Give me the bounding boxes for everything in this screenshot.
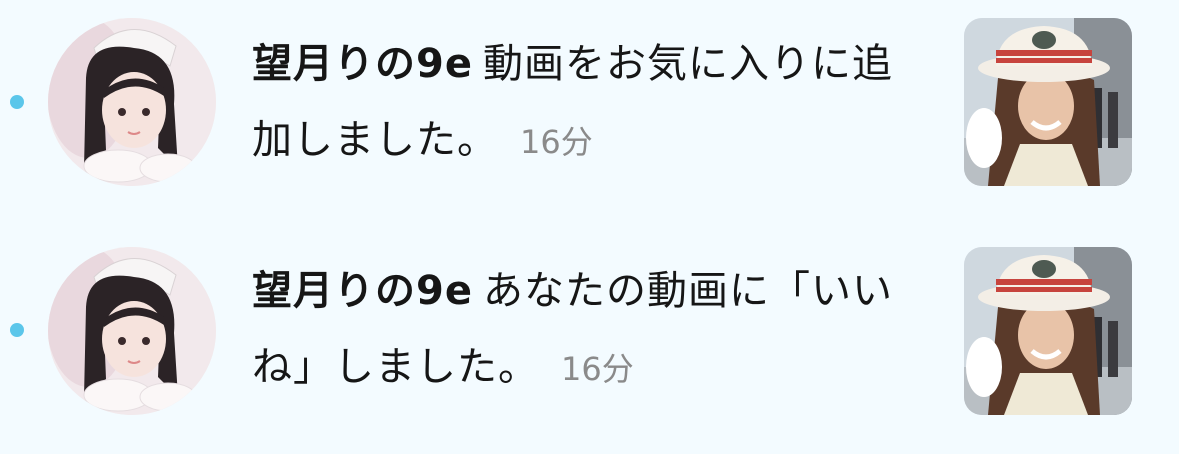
avatar-photo-icon (48, 18, 216, 186)
notification-time: 16分 (561, 350, 634, 388)
video-thumbnail[interactable] (964, 18, 1132, 186)
notification-item[interactable]: 望月りの9e 動画をお気に入りに追加しました。 16分 (0, 0, 1179, 225)
unread-dot (10, 95, 24, 109)
notification-text: 望月りの9e あなたの動画に「いいね」しました。 16分 (252, 253, 912, 407)
video-thumbnail[interactable] (964, 247, 1132, 415)
video-thumbnail-photo-icon (964, 247, 1132, 415)
notification-username[interactable]: 望月りの9e (252, 41, 473, 87)
unread-dot (10, 323, 24, 337)
notification-time: 16分 (520, 123, 593, 161)
notification-item[interactable]: 望月りの9e あなたの動画に「いいね」しました。 16分 (0, 229, 1179, 454)
user-avatar[interactable] (48, 18, 216, 186)
user-avatar[interactable] (48, 247, 216, 415)
notification-text: 望月りの9e 動画をお気に入りに追加しました。 16分 (252, 26, 912, 180)
avatar-photo-icon (48, 247, 216, 415)
video-thumbnail-photo-icon (964, 18, 1132, 186)
notification-username[interactable]: 望月りの9e (252, 268, 473, 314)
